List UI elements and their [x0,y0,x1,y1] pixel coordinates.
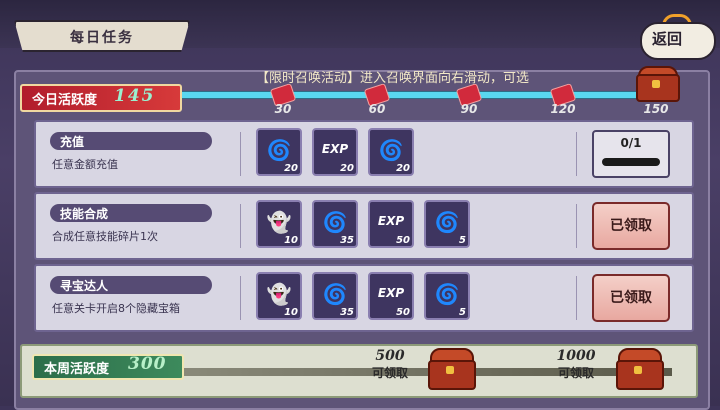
reward-qty: 5 [459,307,466,318]
spirit-icon: 👻 [266,210,292,234]
blue-flame-icon: 🌀 [322,210,348,234]
task-row-recharge: 充值 任意金额充值 🌀 20 EXP 20 🌀 20 0/1 [34,120,694,188]
task-progress-text: 0/1 [620,136,642,150]
reward-item[interactable]: 🌀 5 [424,200,470,248]
milestone-value: 60 [368,102,386,116]
exp-icon: EXP [377,214,405,228]
daily-activity-value: 145 [114,86,156,106]
back-button[interactable]: 返回 [640,14,716,60]
milestone-value: 90 [460,102,478,116]
weekly-chest-500[interactable] [428,348,476,390]
divider [240,132,241,176]
reward-item[interactable]: 🌀 35 [312,200,358,248]
task-name-plate: 技能合成 [50,204,212,222]
weekly-goal-value: 500 [375,348,405,364]
milestone-60[interactable]: 60 [358,83,396,120]
daily-chest[interactable] [636,66,680,102]
divider [240,276,241,320]
reward-item[interactable]: 🌀 5 [424,272,470,320]
weekly-activity-value: 300 [128,354,167,374]
task-desc: 合成任意技能碎片1次 [52,230,158,243]
reward-qty: 5 [459,235,466,246]
milestone-120[interactable]: 120 [544,83,582,120]
reward-item[interactable]: 🌀 35 [312,272,358,320]
milestone-value: 120 [550,102,576,116]
exp-icon: EXP [321,142,349,156]
reward-item[interactable]: 🌀 20 [256,128,302,176]
page-title-plate: 每日任务 [14,20,190,52]
milestone-30[interactable]: 30 [264,83,302,120]
reward-qty: 20 [340,163,354,174]
task-desc: 任意金额充值 [52,158,118,171]
reward-item[interactable]: EXP 20 [312,128,358,176]
reward-qty: 20 [396,163,410,174]
task-name-plate: 寻宝达人 [50,276,212,294]
claimed-button[interactable]: 已领取 [592,274,670,322]
task-name: 寻宝达人 [60,279,109,293]
task-progress-bar [602,158,660,166]
red-flame-icon: 🌀 [434,282,460,306]
divider [240,204,241,248]
daily-activity-badge: 今日活跃度 145 [20,84,182,112]
reward-item[interactable]: 👻 10 [256,272,302,320]
claimed-label: 已领取 [610,290,652,306]
page-title: 每日任务 [70,30,134,46]
red-flame-icon: 🌀 [434,210,460,234]
reward-item[interactable]: EXP 50 [368,200,414,248]
task-row-treasure-hunter: 寻宝达人 任意关卡开启8个隐藏宝箱 👻 10 🌀 35 EXP 50 🌀 5 已… [34,264,694,332]
divider [576,132,577,176]
weekly-chest-1000[interactable] [616,348,664,390]
task-name: 技能合成 [60,207,109,221]
reward-qty: 35 [340,235,354,246]
weekly-goal-note: 可领取 [557,366,594,380]
daily-progress-track [170,91,672,99]
claimed-label: 已领取 [610,218,652,234]
blue-flame-icon: 🌀 [322,282,348,306]
reward-qty: 50 [396,235,410,246]
exp-icon: EXP [377,286,405,300]
weekly-activity-panel: 本周活跃度 300 500 可领取 1000 可领取 [20,344,698,398]
task-row-skill-merge: 技能合成 合成任意技能碎片1次 👻 10 🌀 35 EXP 50 🌀 5 已领取 [34,192,694,260]
spirit-icon: 👻 [266,282,292,306]
divider [576,204,577,248]
task-name: 充值 [60,135,85,149]
reward-qty: 50 [396,307,410,318]
weekly-goal-500: 500 可领取 [360,348,420,381]
reward-qty: 35 [340,307,354,318]
back-label: 返回 [652,30,683,48]
reward-item[interactable]: EXP 50 [368,272,414,320]
reward-qty: 20 [284,163,298,174]
reward-item[interactable]: 🌀 20 [368,128,414,176]
divider [576,276,577,320]
task-desc: 任意关卡开启8个隐藏宝箱 [52,302,180,315]
claimed-button[interactable]: 已领取 [592,202,670,250]
milestone-value: 30 [274,102,292,116]
weekly-goal-value: 1000 [556,348,596,364]
daily-activity-label: 今日活跃度 [32,93,98,108]
weekly-goal-1000: 1000 可领取 [546,348,606,381]
weekly-goal-note: 可领取 [371,366,408,380]
marquee-text: 【限时召唤活动】进入召唤界面向右滑动，可选 [256,71,530,86]
blue-flame-icon: 🌀 [266,138,292,162]
reward-qty: 10 [284,307,298,318]
task-name-plate: 充值 [50,132,212,150]
red-flame-icon: 🌀 [378,138,404,162]
task-progress-box: 0/1 [592,130,670,178]
chest-milestone-value: 150 [643,102,669,116]
milestone-90[interactable]: 90 [450,83,488,120]
reward-qty: 10 [284,235,298,246]
weekly-activity-label: 本周活跃度 [44,362,110,377]
weekly-activity-badge: 本周活跃度 300 [32,354,184,380]
reward-item[interactable]: 👻 10 [256,200,302,248]
